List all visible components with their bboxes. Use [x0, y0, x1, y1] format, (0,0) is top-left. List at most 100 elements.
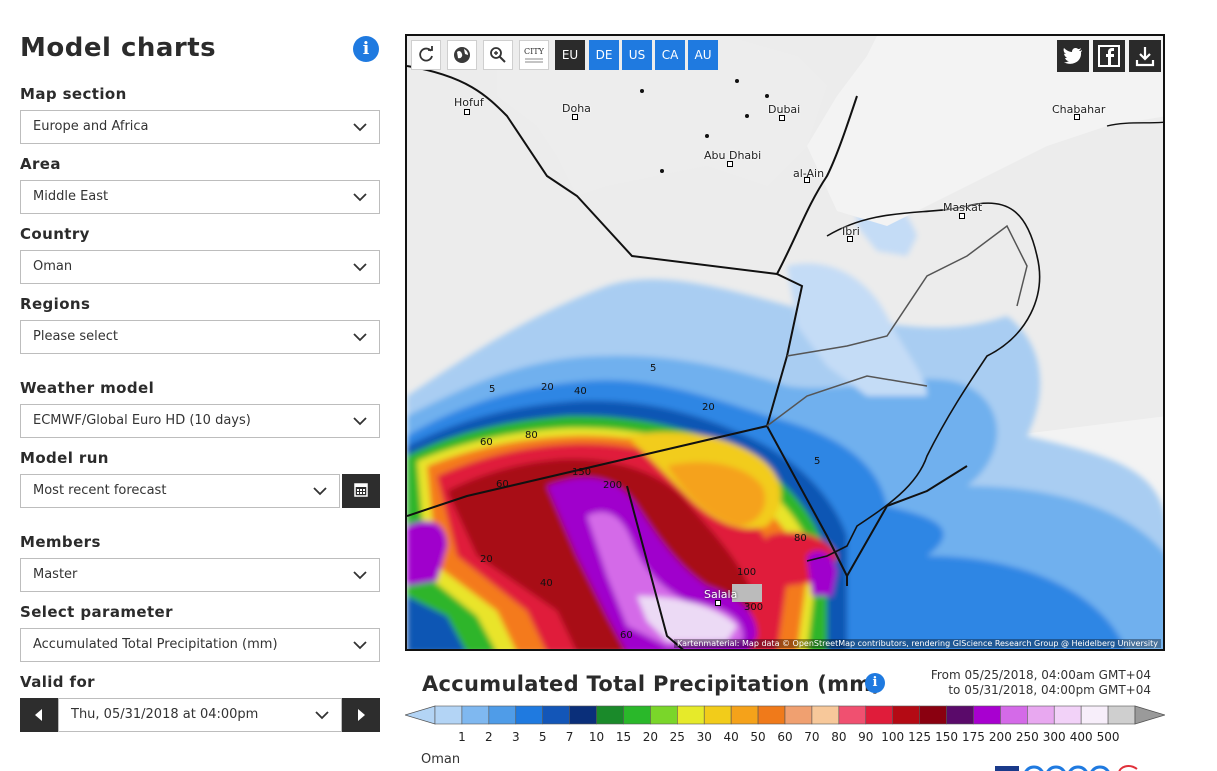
contour-label: 80: [525, 430, 538, 441]
period-to: to 05/31/2018, 04:00pm GMT+04: [948, 683, 1151, 697]
region-au-button[interactable]: AU: [688, 40, 718, 70]
globe-button[interactable]: [447, 40, 477, 70]
scale-tick-label: 20: [642, 730, 659, 744]
scale-cap-right: [1134, 705, 1165, 725]
download-icon: [1135, 47, 1155, 67]
period-from: From 05/25/2018, 04:00am GMT+04: [930, 668, 1151, 682]
chevron-down-icon: [353, 333, 367, 342]
scale-swatch: [811, 705, 840, 725]
info-icon[interactable]: i: [353, 36, 379, 62]
arrow-left-icon: [35, 709, 42, 721]
scale-tick-label: 90: [858, 730, 874, 744]
sidebar-header: Model charts i: [20, 30, 380, 66]
city-marker: [847, 236, 853, 242]
city-toggle-button[interactable]: CITY: [519, 40, 549, 70]
contour-label: 150: [572, 467, 592, 478]
scale-swatch: [946, 705, 974, 725]
contour-label: 20: [480, 554, 493, 565]
scale-tick-label: 30: [696, 730, 712, 744]
previous-time-button[interactable]: [20, 698, 58, 732]
region-de-button[interactable]: DE: [589, 40, 619, 70]
scale-tick-label: 15: [615, 730, 632, 744]
scale-swatch: [1053, 705, 1082, 725]
scale-swatch: [973, 705, 1001, 725]
select-value: Master: [33, 567, 78, 582]
country-select[interactable]: Oman: [20, 250, 380, 284]
map-attribution: Kartenmaterial: Map data © OpenStreetMap…: [673, 639, 1161, 648]
region-label: Oman: [421, 752, 461, 767]
city-marker: [464, 109, 470, 115]
scale-swatch: [919, 705, 947, 725]
scale-swatch: [623, 705, 651, 725]
scale-tick-label: 50: [750, 730, 766, 744]
contour-label: 200: [603, 480, 623, 491]
field-label: Regions: [20, 295, 91, 313]
refresh-button[interactable]: [411, 40, 441, 70]
next-time-button[interactable]: [342, 698, 380, 732]
city-marker: [572, 114, 578, 120]
field-label: Area: [20, 155, 61, 173]
scale-swatch: [461, 705, 490, 725]
map-section-select[interactable]: Europe and Africa: [20, 110, 380, 144]
contour-label: 40: [540, 578, 553, 589]
contour-label: 80: [794, 533, 807, 544]
brand-logo-icon: [995, 765, 1138, 771]
chevron-down-icon: [353, 263, 367, 272]
chevron-down-icon: [353, 193, 367, 202]
field-label: Weather model: [20, 379, 155, 397]
calendar-button[interactable]: [342, 474, 380, 508]
scale-tick-label: 175: [962, 730, 985, 744]
scale-tick-label: 300: [1042, 730, 1066, 744]
scale-swatch: [515, 705, 543, 725]
weather-logo: [995, 758, 1145, 771]
region-eu-button[interactable]: EU: [555, 40, 585, 70]
scale-swatch: [1107, 705, 1136, 725]
contour-label: 5: [650, 363, 657, 374]
contour-label: 100: [737, 567, 757, 578]
valid-for-select[interactable]: Thu, 05/31/2018 at 04:00pm: [58, 698, 342, 732]
field-label: Members: [20, 533, 101, 551]
scale-swatch: [434, 705, 463, 725]
zoom-button[interactable]: [483, 40, 513, 70]
scale-cap-left: [405, 705, 436, 725]
scale-tick-label: 7: [565, 730, 574, 744]
contour-label: 60: [496, 479, 509, 490]
regions-select[interactable]: Please select: [20, 320, 380, 354]
scale-tick-label: 250: [1015, 730, 1039, 744]
download-button[interactable]: [1129, 40, 1161, 72]
area-select[interactable]: Middle East: [20, 180, 380, 214]
scale-tick-label: 60: [777, 730, 793, 744]
contour-label: 5: [489, 384, 496, 395]
facebook-icon: [1098, 45, 1120, 67]
scale-swatch: [569, 705, 597, 725]
members-select[interactable]: Master: [20, 558, 380, 592]
weather-model-select[interactable]: ECMWF/Global Euro HD (10 days): [20, 404, 380, 438]
precipitation-map[interactable]: Hofuf Doha Dubai Chabahar Abu Dhabi al-A…: [405, 34, 1165, 651]
scale-swatch: [730, 705, 759, 725]
scale-swatch: [865, 705, 893, 725]
scale-tick-label: 5: [538, 730, 547, 744]
scale-swatch: [488, 705, 517, 725]
select-value: Accumulated Total Precipitation (mm): [33, 637, 278, 652]
zoom-in-icon: [490, 47, 506, 63]
city-marker: [1074, 114, 1080, 120]
parameter-select[interactable]: Accumulated Total Precipitation (mm): [20, 628, 380, 662]
region-us-button[interactable]: US: [622, 40, 652, 70]
model-run-select[interactable]: Most recent forecast: [20, 474, 340, 508]
facebook-button[interactable]: [1093, 40, 1125, 72]
field-label: Model run: [20, 449, 109, 467]
field-label: Select parameter: [20, 603, 173, 621]
scale-tick-label: 100: [881, 730, 905, 744]
field-label: Country: [20, 225, 90, 243]
contour-label: 40: [574, 386, 587, 397]
twitter-button[interactable]: [1057, 40, 1089, 72]
select-value: ECMWF/Global Euro HD (10 days): [33, 413, 251, 428]
select-value: Most recent forecast: [33, 483, 167, 498]
info-icon[interactable]: i: [865, 673, 885, 693]
select-value: Europe and Africa: [33, 119, 149, 134]
region-ca-button[interactable]: CA: [655, 40, 685, 70]
field-label: Map section: [20, 85, 127, 103]
sidebar: Model charts i: [20, 30, 380, 66]
scale-tick-label: 3: [511, 730, 520, 744]
refresh-icon: [419, 46, 433, 62]
